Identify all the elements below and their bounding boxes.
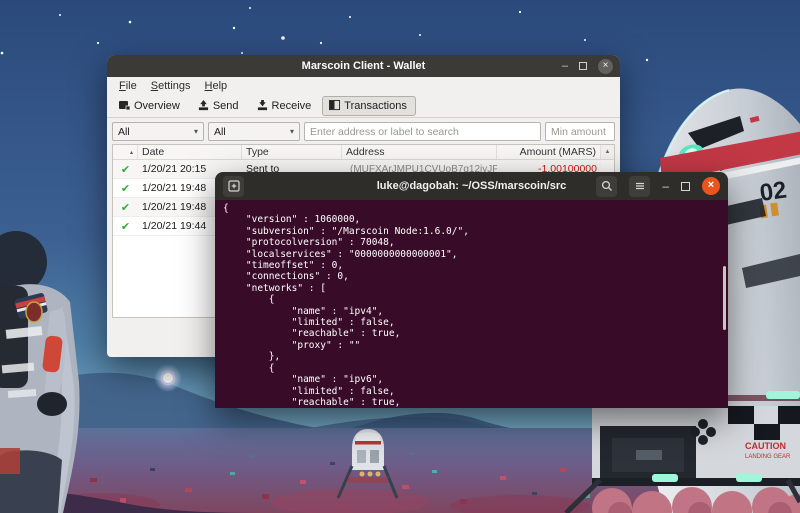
terminal-headerbar[interactable]: luke@dagobah: ~/OSS/marscoin/src – × (215, 172, 728, 200)
search-button[interactable] (596, 176, 617, 197)
type-filter-value: All (214, 126, 226, 138)
maximize-icon[interactable] (579, 62, 587, 70)
amount-column-header[interactable]: Amount (MARS) (497, 145, 601, 159)
send-icon (198, 100, 209, 111)
menu-file[interactable]: File (112, 80, 144, 92)
terminal-line: "networks" : [ (223, 283, 728, 294)
terminal-line: "protocolversion" : 70048, (223, 237, 728, 248)
tab-receive-label: Receive (272, 100, 312, 112)
transaction-filters: All ▾ All ▾ (107, 118, 620, 144)
new-tab-button[interactable] (223, 176, 244, 197)
close-icon[interactable]: × (598, 59, 613, 74)
wallet-window-title: Marscoin Client - Wallet (107, 55, 620, 77)
terminal-line: "connections" : 0, (223, 271, 728, 282)
scroll-up-icon: ▲ (605, 149, 611, 155)
overview-icon (119, 100, 130, 111)
status-column-header[interactable]: ▴ (113, 145, 138, 159)
status-check-icon: ✔ (113, 220, 138, 233)
terminal-line: "localservices" : "0000000000000001", (223, 249, 728, 260)
terminal-line: "version" : 1060000, (223, 214, 728, 225)
terminal-line: { (223, 294, 728, 305)
terminal-line: "reachable" : true, (223, 397, 728, 408)
min-amount-input[interactable] (545, 122, 615, 141)
type-filter-dropdown[interactable]: All ▾ (208, 122, 300, 141)
type-column-header[interactable]: Type (242, 145, 342, 159)
terminal-window: luke@dagobah: ~/OSS/marscoin/src – × { "… (215, 172, 728, 408)
address-column-header[interactable]: Address (342, 145, 497, 159)
tab-transactions[interactable]: Transactions (322, 96, 416, 116)
table-scrollbar[interactable]: ▲ (601, 145, 614, 159)
receive-icon (257, 100, 268, 111)
chevron-down-icon: ▾ (290, 127, 294, 136)
minimize-icon[interactable]: – (662, 182, 669, 190)
terminal-line: "subversion" : "/Marscoin Node:1.6.0/", (223, 226, 728, 237)
tab-transactions-label: Transactions (344, 100, 407, 112)
chevron-down-icon: ▾ (194, 127, 198, 136)
terminal-line: }, (223, 351, 728, 362)
close-icon[interactable]: × (702, 177, 720, 195)
terminal-line: "limited" : false, (223, 317, 728, 328)
terminal-line: "name" : "ipv4", (223, 306, 728, 317)
terminal-line: "proxy" : "" (223, 340, 728, 351)
table-header-row: ▴ Date Type Address Amount (MARS) ▲ (113, 145, 614, 160)
date-filter-value: All (118, 126, 130, 138)
status-check-icon: ✔ (113, 163, 138, 176)
tab-send[interactable]: Send (191, 96, 248, 116)
terminal-line: { (223, 203, 728, 214)
terminal-scrollbar[interactable] (723, 266, 726, 330)
wallet-toolbar: Overview Send Receive Transactions (107, 94, 620, 118)
tab-overview[interactable]: Overview (112, 96, 189, 116)
status-check-icon: ✔ (113, 182, 138, 195)
maximize-icon[interactable] (681, 182, 690, 191)
menu-settings[interactable]: Settings (144, 80, 198, 92)
caution-label-line2: LANDING GEAR (745, 454, 791, 460)
sun-glow (154, 364, 182, 392)
search-input[interactable] (304, 122, 541, 141)
wallet-titlebar[interactable]: Marscoin Client - Wallet – × (107, 55, 620, 77)
minimize-icon[interactable]: – (562, 61, 568, 71)
transactions-icon (329, 100, 340, 111)
lander-illustration: CAUTION LANDING GEAR (566, 391, 800, 513)
terminal-line: { (223, 363, 728, 374)
terminal-line: "limited" : false, (223, 386, 728, 397)
hamburger-icon (634, 180, 646, 192)
terminal-output[interactable]: { "version" : 1060000, "subversion" : "/… (215, 200, 728, 408)
status-check-icon: ✔ (113, 201, 138, 214)
caution-label-line1: CAUTION (745, 441, 786, 451)
date-column-header[interactable]: Date (138, 145, 242, 159)
terminal-line: "reachable" : true, (223, 328, 728, 339)
menu-help[interactable]: Help (198, 80, 235, 92)
terminal-line: "name" : "ipv6", (223, 374, 728, 385)
terminal-line: "timeoffset" : 0, (223, 260, 728, 271)
date-filter-dropdown[interactable]: All ▾ (112, 122, 204, 141)
wallet-menubar: File Settings Help (107, 77, 620, 94)
new-tab-icon (228, 180, 240, 192)
sort-caret-icon: ▴ (130, 149, 133, 156)
tab-receive[interactable]: Receive (250, 96, 321, 116)
tab-overview-label: Overview (134, 100, 180, 112)
tab-send-label: Send (213, 100, 239, 112)
menu-button[interactable] (629, 176, 650, 197)
search-icon (601, 180, 613, 192)
